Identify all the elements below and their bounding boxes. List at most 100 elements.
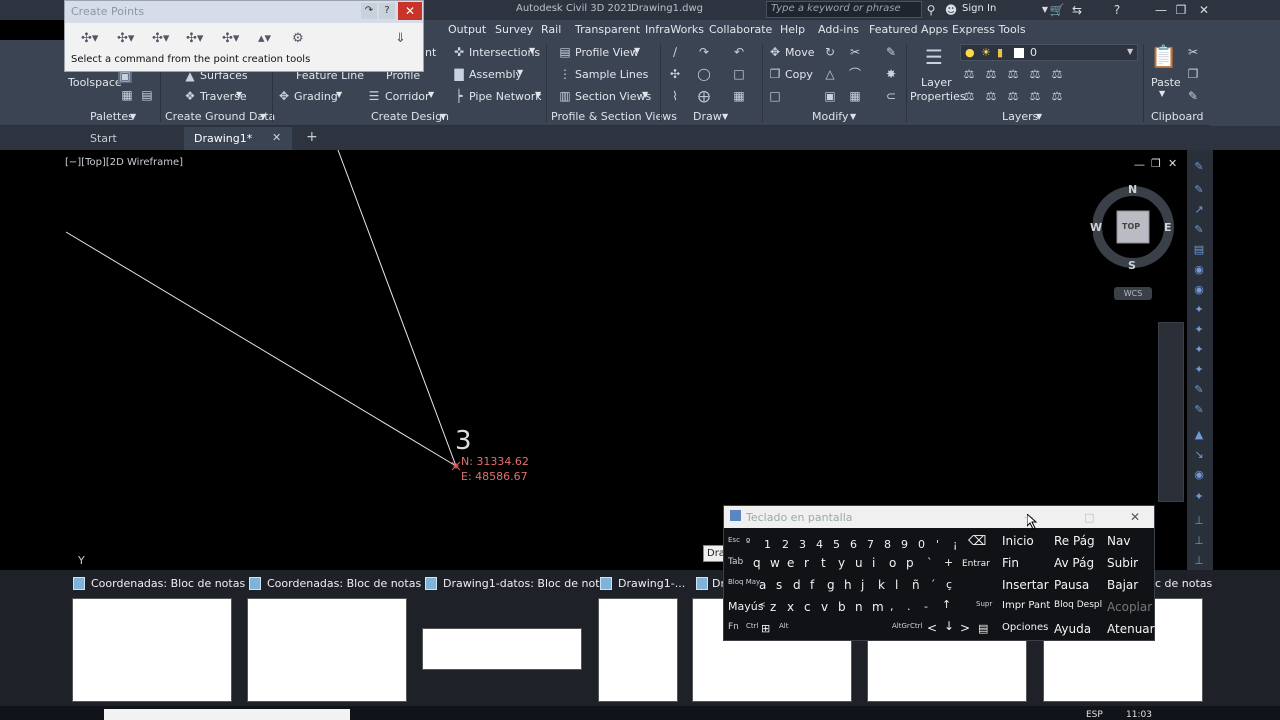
- tool-palette-icon[interactable]: ✎: [1192, 383, 1206, 397]
- chevron-down-icon[interactable]: ▼: [428, 90, 434, 99]
- preview-thumbnail[interactable]: [598, 598, 678, 702]
- chevron-down-icon[interactable]: ▼: [517, 68, 523, 77]
- key-1[interactable]: 1: [764, 538, 771, 551]
- point-tool-icon[interactable]: ✣▾: [117, 31, 139, 47]
- key-subir[interactable]: Subir: [1107, 556, 1138, 570]
- key-g[interactable]: g: [827, 578, 835, 592]
- grading-icon[interactable]: ✥: [277, 90, 291, 103]
- layer-tool-icon[interactable]: ⚖: [984, 68, 998, 81]
- key-0[interactable]: 0: [918, 538, 925, 551]
- polyline-icon[interactable]: ↷: [697, 46, 711, 59]
- compass-west[interactable]: W: [1090, 221, 1102, 234]
- close-tab-icon[interactable]: ✕: [272, 131, 281, 144]
- tool-palette-icon[interactable]: ✦: [1192, 323, 1206, 337]
- key-3[interactable]: 3: [799, 538, 806, 551]
- key-impr-pant[interactable]: Impr Pant: [1002, 600, 1050, 611]
- chevron-down-icon[interactable]: ▼: [336, 90, 342, 99]
- key-z[interactable]: z: [770, 600, 776, 614]
- tab-drawing1[interactable]: Drawing1* ✕: [184, 127, 292, 150]
- tool-palette-icon[interactable]: ✦: [1192, 303, 1206, 317]
- key-apostrophe[interactable]: ': [936, 538, 939, 551]
- panel-profile-section-views[interactable]: Profile & Section Views: [551, 110, 677, 123]
- pipe-network-button[interactable]: Pipe Network: [469, 90, 542, 103]
- layer-properties-label-1[interactable]: Layer: [921, 76, 952, 89]
- paste-button[interactable]: Paste: [1151, 76, 1181, 89]
- backspace-icon[interactable]: ⌫: [968, 534, 986, 549]
- key-q[interactable]: q: [753, 556, 761, 570]
- key-fn[interactable]: Fn: [728, 622, 739, 632]
- tool-palette-icon[interactable]: ↘: [1192, 448, 1206, 462]
- key-r[interactable]: r: [804, 556, 809, 570]
- key-acute[interactable]: ´: [930, 578, 936, 591]
- circle-icon[interactable]: ◯: [697, 68, 711, 81]
- preview-thumbnail[interactable]: [72, 598, 232, 702]
- copy-clip-icon[interactable]: ❐: [1186, 68, 1200, 81]
- key-cedilla[interactable]: ç: [946, 578, 952, 591]
- tool-palette-icon[interactable]: ▲: [1192, 428, 1206, 442]
- pipe-network-icon[interactable]: ┝: [452, 90, 466, 103]
- tool-palette-icon[interactable]: ✦: [1192, 343, 1206, 357]
- key-c[interactable]: c: [804, 600, 811, 614]
- compass-north[interactable]: N: [1128, 183, 1137, 196]
- key-enter[interactable]: Entrar: [962, 559, 990, 569]
- key-k[interactable]: k: [878, 578, 885, 592]
- key-a[interactable]: a: [759, 578, 766, 592]
- scale-icon[interactable]: ▣: [823, 90, 837, 103]
- panel-icon[interactable]: ▤: [140, 89, 154, 102]
- menu-rail[interactable]: Rail: [541, 23, 561, 36]
- traverse-icon[interactable]: ❖: [183, 90, 197, 103]
- section-views-icon[interactable]: ▥: [558, 90, 572, 103]
- chevron-down-icon[interactable]: ▼: [236, 90, 242, 99]
- toolspace-button[interactable]: Toolspace: [68, 76, 122, 89]
- rectangle-icon[interactable]: □: [732, 68, 746, 81]
- sample-lines-icon[interactable]: ⋮: [558, 68, 572, 81]
- panel-draw[interactable]: Draw: [693, 110, 722, 123]
- settings-icon[interactable]: ⚙: [292, 31, 314, 47]
- viewport-label[interactable]: [−][Top][2D Wireframe]: [65, 157, 183, 168]
- arrow-right-icon[interactable]: >: [960, 621, 970, 635]
- share-icon[interactable]: ⇆: [1068, 1, 1086, 19]
- assembly-button[interactable]: Assembly: [469, 68, 522, 81]
- cart-icon[interactable]: 🛒: [1048, 1, 1066, 19]
- globe-icon[interactable]: ◉: [1192, 263, 1206, 277]
- sign-in-button[interactable]: Sign In: [962, 3, 996, 14]
- windows-icon[interactable]: ⊞: [761, 622, 770, 635]
- maximize-icon[interactable]: □: [1084, 511, 1094, 524]
- key-esc[interactable]: Esc: [728, 536, 740, 544]
- minimize-icon[interactable]: —: [1152, 1, 1170, 19]
- menu-output[interactable]: Output: [448, 23, 486, 36]
- key-opciones[interactable]: Opciones: [1002, 622, 1048, 633]
- on-screen-keyboard[interactable]: Teclado en pantalla — □ ✕ Esc º 1 2 3 4 …: [723, 505, 1155, 641]
- key-ordinal[interactable]: º: [746, 538, 750, 548]
- viewport-close-icon[interactable]: ✕: [1168, 157, 1177, 170]
- viewport-restore-icon[interactable]: ❐: [1151, 157, 1161, 170]
- preview-title[interactable]: Drawing1-datos: Bloc de notas: [443, 577, 612, 590]
- menu-survey[interactable]: Survey: [495, 23, 533, 36]
- chevron-down-icon[interactable]: ▼: [642, 90, 648, 99]
- profile-view-icon[interactable]: ▤: [558, 46, 572, 59]
- chevron-down-icon[interactable]: ▼: [634, 46, 640, 55]
- collapse-icon[interactable]: ⇓: [395, 31, 417, 47]
- key-t[interactable]: t: [821, 556, 826, 570]
- tool-palette-icon[interactable]: ▤: [1192, 243, 1206, 257]
- key-alt[interactable]: Alt: [779, 622, 788, 630]
- assembly-icon[interactable]: ▇: [452, 68, 466, 81]
- paste-icon[interactable]: 📋: [1150, 44, 1177, 72]
- search-icon[interactable]: ⚲: [922, 1, 940, 19]
- key-caps-lock[interactable]: Bloq May: [728, 578, 760, 586]
- menu-express-tools[interactable]: Express Tools: [952, 23, 1026, 36]
- point-tool-icon[interactable]: ✣▾: [152, 31, 174, 47]
- key-e[interactable]: e: [787, 556, 794, 570]
- viewport-minimize-icon[interactable]: —: [1134, 158, 1145, 171]
- chevron-down-icon[interactable]: ▼: [440, 112, 446, 121]
- restore-icon[interactable]: ❐: [1172, 1, 1190, 19]
- section-views-button[interactable]: Section Views: [575, 90, 651, 103]
- layer-properties-icon[interactable]: ☰: [922, 44, 946, 70]
- tool-palette-icon[interactable]: ◉: [1192, 468, 1206, 482]
- search-input[interactable]: Type a keyword or phrase: [766, 1, 922, 18]
- chevron-down-icon[interactable]: ▼: [1036, 112, 1042, 121]
- grading-button[interactable]: Grading: [294, 90, 338, 103]
- globe-icon[interactable]: ◉: [1192, 283, 1206, 297]
- point-tool-icon[interactable]: ▴▾: [258, 31, 280, 47]
- help-icon[interactable]: ?: [379, 3, 395, 19]
